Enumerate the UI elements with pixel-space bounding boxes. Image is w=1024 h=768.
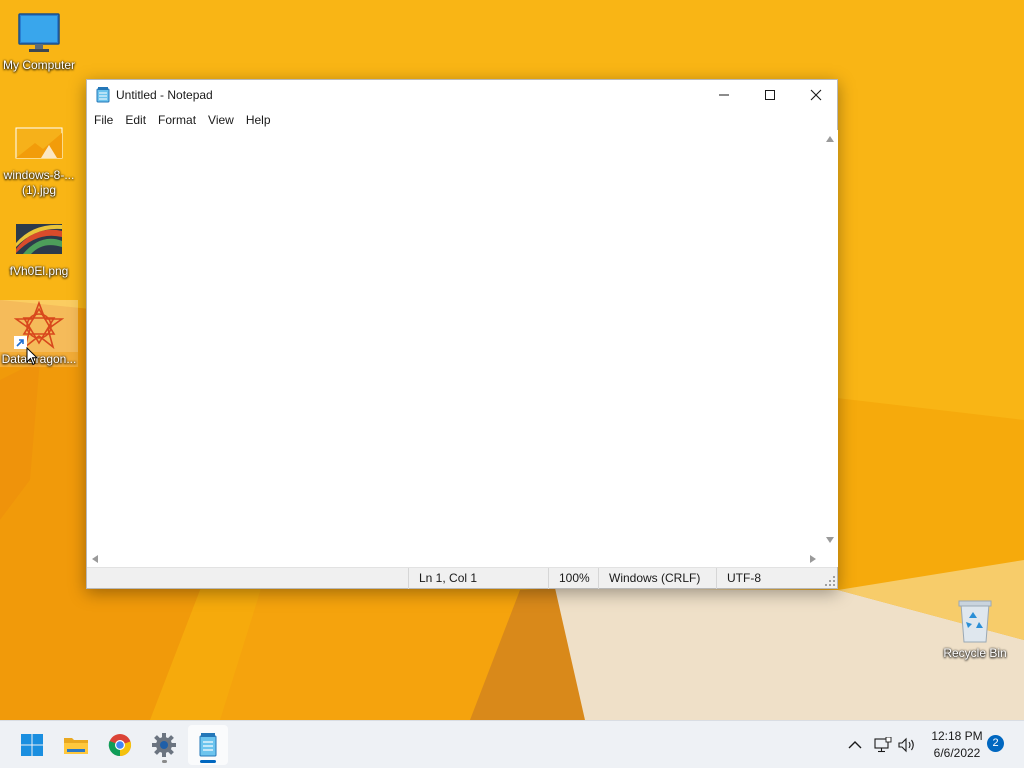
desktop-icon-label: Recycle Bin <box>943 646 1007 660</box>
show-hidden-icons-button[interactable] <box>843 733 867 757</box>
scroll-right-arrow-icon[interactable] <box>810 555 816 563</box>
minimize-icon <box>719 94 729 96</box>
status-cursor-position: Ln 1, Col 1 <box>408 568 548 589</box>
start-button[interactable] <box>12 725 52 765</box>
recycle-bin-icon <box>958 600 992 643</box>
menu-view[interactable]: View <box>202 111 240 129</box>
file-explorer-button[interactable] <box>56 725 96 765</box>
taskbar: 12:18 PM 6/6/2022 <box>0 720 1024 768</box>
desktop-icon-label: fVh0El.png <box>9 264 69 278</box>
monitor-icon <box>18 13 60 52</box>
running-indicator <box>162 760 167 763</box>
settings-button[interactable] <box>144 725 184 765</box>
folder-icon <box>64 738 88 754</box>
active-app-indicator <box>200 760 216 763</box>
vertical-scrollbar[interactable] <box>822 130 838 551</box>
notepad-icon <box>199 733 217 757</box>
maximize-button[interactable] <box>747 80 793 110</box>
horizontal-scrollbar[interactable] <box>87 551 822 567</box>
scroll-left-arrow-icon[interactable] <box>92 555 98 563</box>
volume-button[interactable] <box>895 733 919 757</box>
desktop-icon-recycle-bin[interactable]: Recycle Bin <box>936 596 1014 661</box>
clock[interactable]: 12:18 PM 6/6/2022 <box>922 728 992 762</box>
mouse-cursor-icon <box>26 347 38 366</box>
network-button[interactable] <box>871 733 895 757</box>
desktop-icon-label: DataDragon... <box>1 352 77 366</box>
clock-date: 6/6/2022 <box>933 746 981 760</box>
desktop-icon-datadragon[interactable]: DataDragon... <box>0 300 78 367</box>
scroll-down-arrow-icon[interactable] <box>826 537 834 543</box>
windows-logo-icon <box>21 734 43 756</box>
menu-bar: File Edit Format View Help <box>87 110 837 130</box>
notepad-app-icon <box>96 87 110 103</box>
close-icon <box>810 89 822 101</box>
menu-file[interactable]: File <box>88 111 119 129</box>
notification-badge[interactable]: 2 <box>987 735 1004 752</box>
notepad-window: Untitled - Notepad File Edit Format View… <box>86 79 838 589</box>
text-editor[interactable] <box>87 130 821 551</box>
chevron-up-icon <box>848 741 862 749</box>
desktop-icon-label: windows-8-...(1).jpg <box>3 168 75 197</box>
chrome-icon <box>108 734 132 757</box>
desktop-icon-fvh0el-png[interactable]: fVh0El.png <box>0 214 78 279</box>
speaker-icon <box>898 737 914 753</box>
status-encoding: UTF-8 <box>716 568 816 589</box>
scroll-up-arrow-icon[interactable] <box>826 136 834 142</box>
close-button[interactable] <box>793 80 839 110</box>
window-title: Untitled - Notepad <box>116 88 213 102</box>
chrome-button[interactable] <box>100 725 140 765</box>
image-thumbnail-icon <box>16 224 62 254</box>
desktop-icon-windows-jpg[interactable]: windows-8-...(1).jpg <box>0 118 78 198</box>
resize-grip-icon[interactable] <box>825 576 835 586</box>
status-line-ending: Windows (CRLF) <box>598 568 716 589</box>
desktop-icon-label: My Computer <box>2 58 76 72</box>
menu-format[interactable]: Format <box>152 111 202 129</box>
notepad-taskbar-button[interactable] <box>188 725 228 765</box>
minimize-button[interactable] <box>701 80 747 110</box>
clock-time: 12:18 PM <box>931 729 983 743</box>
status-zoom: 100% <box>548 568 598 589</box>
status-bar: Ln 1, Col 1 100% Windows (CRLF) UTF-8 <box>87 567 837 589</box>
title-bar[interactable]: Untitled - Notepad <box>87 80 837 110</box>
menu-help[interactable]: Help <box>240 111 277 129</box>
desktop-icon-my-computer[interactable]: My Computer <box>0 8 78 73</box>
menu-edit[interactable]: Edit <box>119 111 152 129</box>
image-thumbnail-icon <box>15 127 63 159</box>
network-icon <box>874 737 892 753</box>
scrollbar-corner <box>822 551 838 567</box>
gear-icon <box>152 733 176 757</box>
maximize-icon <box>765 90 775 100</box>
